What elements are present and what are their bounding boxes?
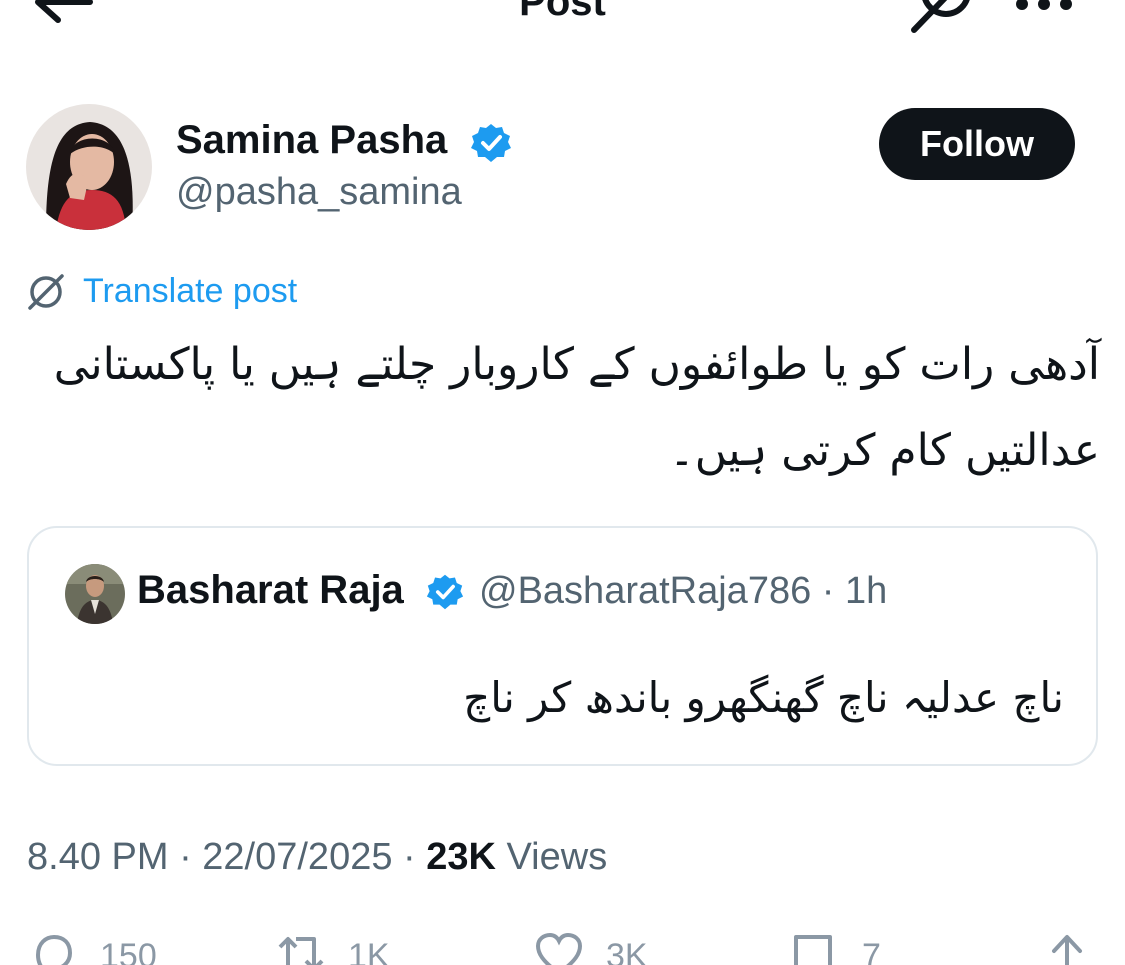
author-avatar[interactable] xyxy=(26,104,152,230)
verified-badge-icon xyxy=(426,574,464,610)
reply-count: 150 xyxy=(100,937,157,965)
author-handle[interactable]: @pasha_samina xyxy=(176,171,462,214)
translate-label: Translate post xyxy=(83,272,298,310)
repost-count: 1K xyxy=(348,937,390,965)
post-timestamp[interactable]: 8.40 PM · 22/07/2025 · xyxy=(27,836,426,878)
follow-button[interactable]: Follow xyxy=(879,108,1075,180)
quoted-post-card[interactable]: Basharat Raja @BasharatRaja786 · 1h ناچ … xyxy=(27,526,1098,766)
post-meta: 8.40 PM · 22/07/2025 · 23K Views xyxy=(27,836,607,879)
reply-icon xyxy=(35,934,73,965)
post-page: Post Samina Pasha @pasha_samina Follow T… xyxy=(0,0,1125,965)
grok-icon[interactable] xyxy=(910,0,980,34)
top-bar: Post xyxy=(0,0,1125,40)
more-options-icon[interactable] xyxy=(1012,0,1076,14)
quoted-author-name[interactable]: Basharat Raja xyxy=(137,568,404,613)
heart-icon xyxy=(535,932,583,965)
quoted-author-handle-time[interactable]: @BasharatRaja786 · 1h xyxy=(479,570,887,613)
views-label: Views xyxy=(495,836,608,878)
verified-badge-icon xyxy=(471,124,511,162)
share-icon xyxy=(1052,935,1082,965)
post-text: آدھی رات کو یا طوائفوں کے کاروبار چلتے ہ… xyxy=(53,339,1100,476)
author-name[interactable]: Samina Pasha xyxy=(176,118,447,163)
bookmark-count: 7 xyxy=(862,937,881,965)
translate-icon xyxy=(28,274,64,310)
bookmark-icon xyxy=(794,935,832,965)
like-count: 3K xyxy=(606,937,648,965)
repost-icon xyxy=(278,937,324,965)
views-count: 23K xyxy=(426,836,496,878)
quoted-post-text: ناچ عدلیہ ناچ گھنگھرو باندھ کر ناچ xyxy=(463,673,1064,722)
action-bar: 150 1K 3K 7 xyxy=(0,925,1125,965)
quoted-author-avatar[interactable] xyxy=(65,564,125,624)
